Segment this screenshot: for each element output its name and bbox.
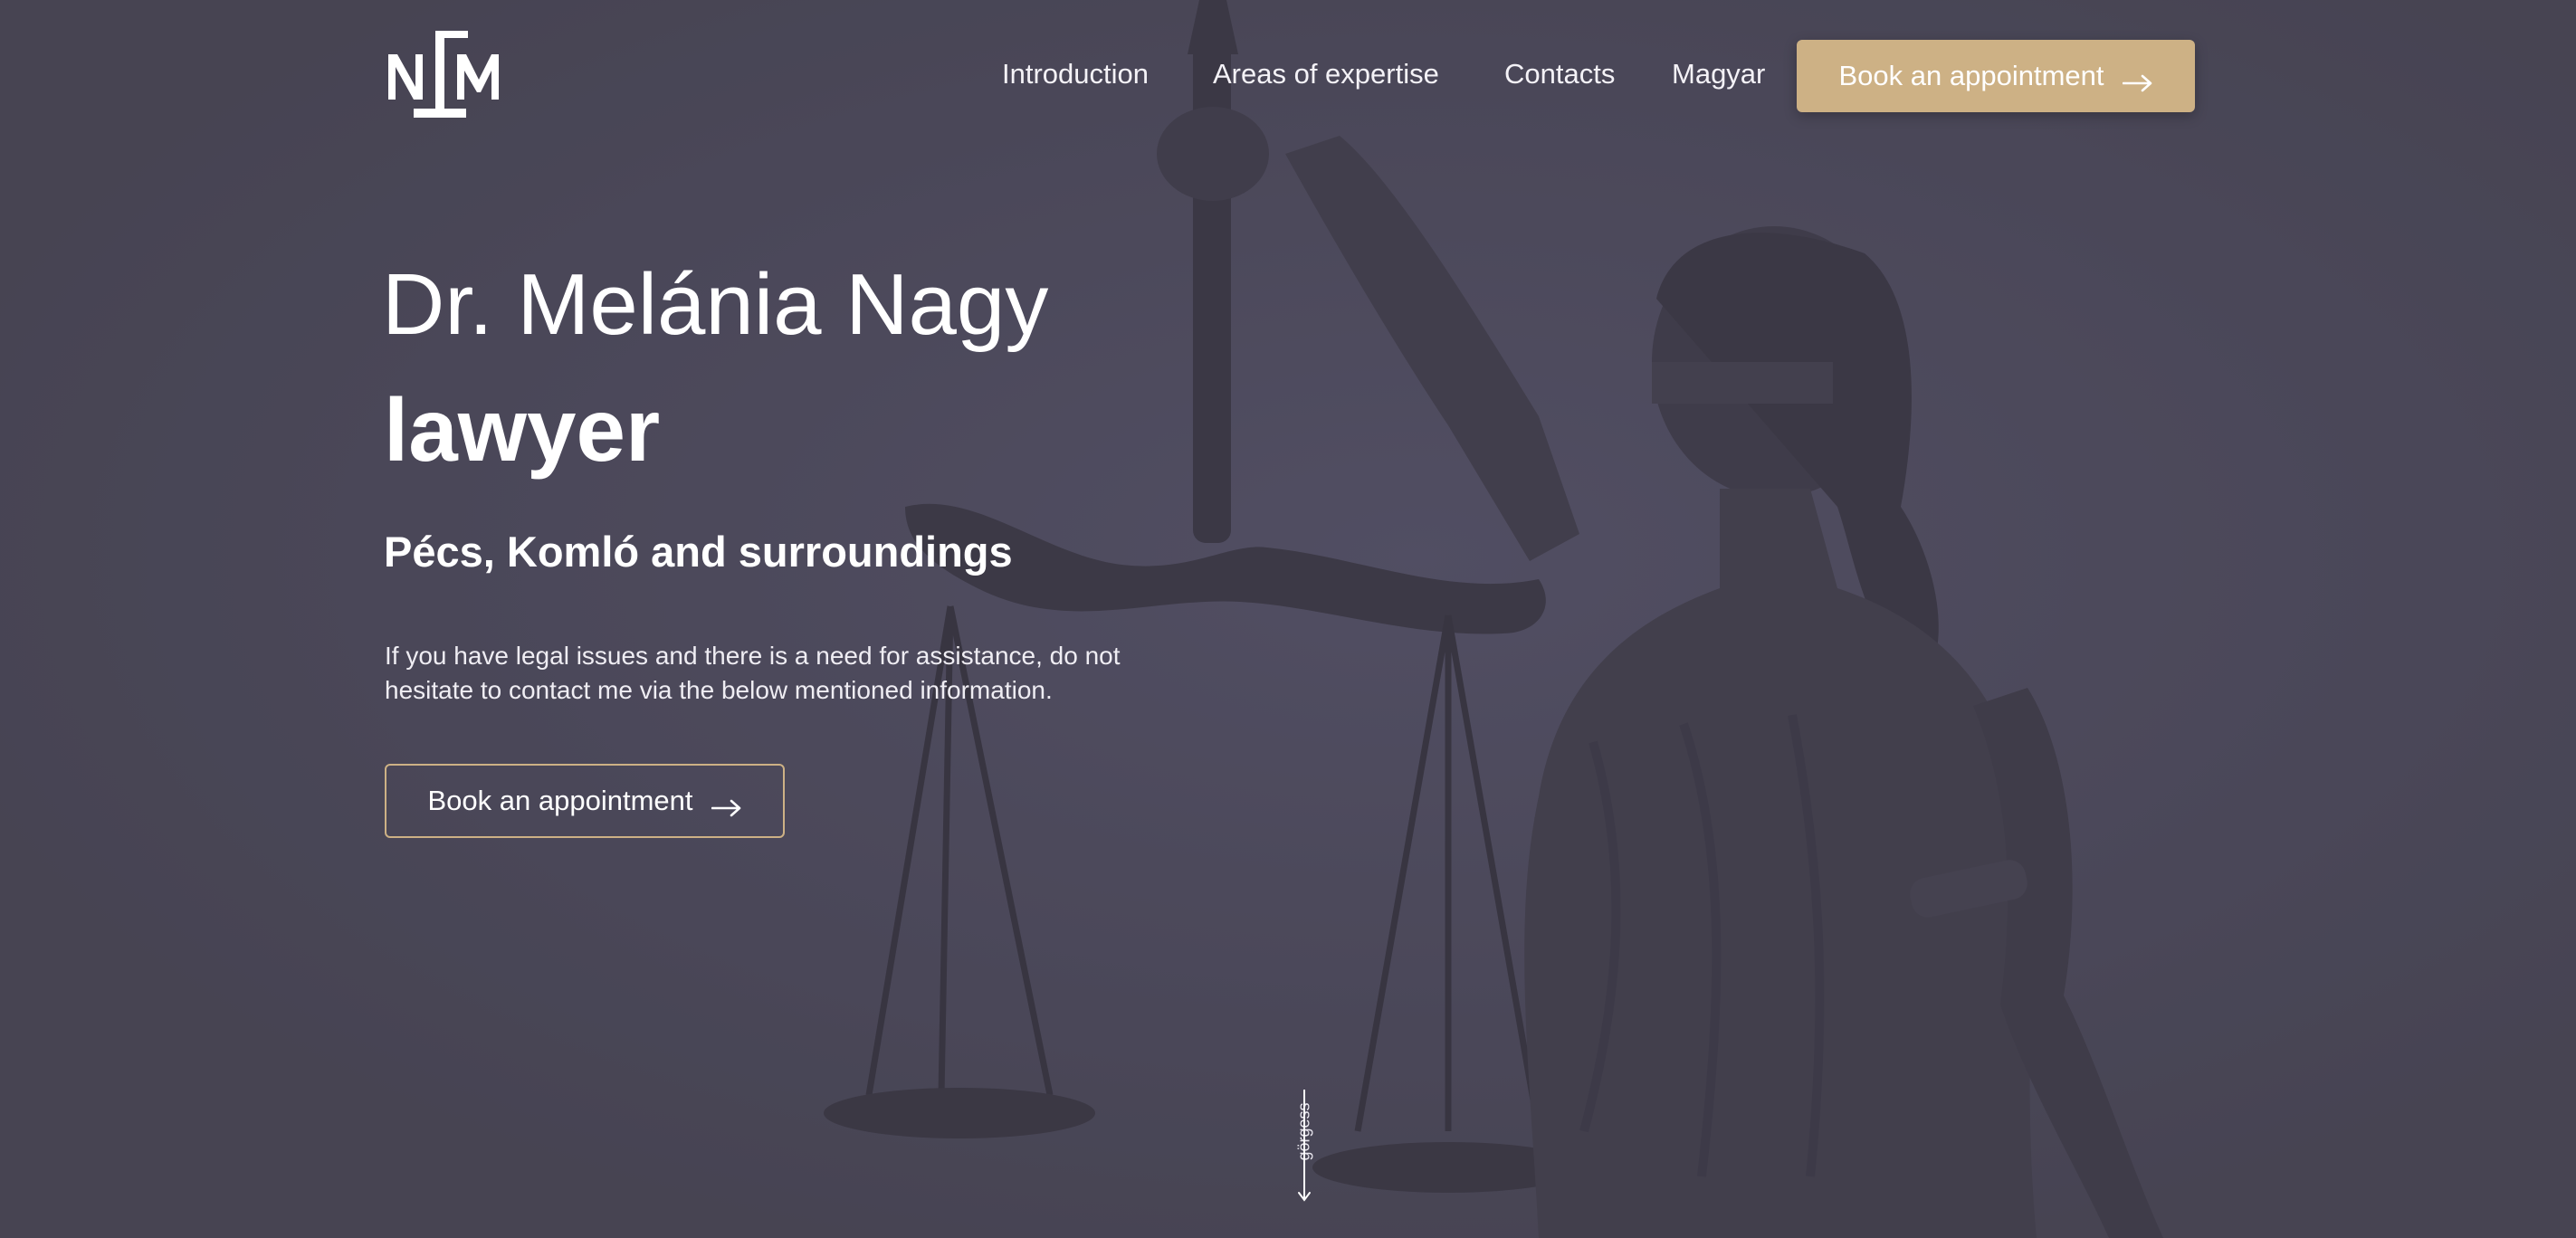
arrow-down-icon (1298, 1089, 1311, 1208)
book-appointment-button[interactable]: Book an appointment (385, 764, 785, 838)
site-header: Introduction Areas of expertise Contacts… (0, 0, 2576, 154)
lady-justice-statue (0, 0, 2576, 1238)
book-appointment-label: Book an appointment (1838, 60, 2104, 91)
hero-location: Pécs, Komló and surroundings (384, 528, 1013, 576)
arrow-right-icon (711, 792, 742, 817)
hero-role: lawyer (384, 380, 661, 480)
arrow-right-icon (2122, 67, 2153, 92)
book-appointment-nav-button[interactable]: Book an appointment (1797, 40, 2195, 112)
nav-link-contacts[interactable]: Contacts (1504, 56, 1615, 92)
hero-title: Dr. Melánia Nagy (382, 256, 1049, 353)
scroll-hint[interactable]: görgess (1271, 1086, 1334, 1204)
hero-background (0, 0, 2576, 1238)
language-switch[interactable]: Magyar (1672, 56, 1765, 92)
book-appointment-label: Book an appointment (427, 785, 693, 816)
hero-description: If you have legal issues and there is a … (385, 642, 1121, 704)
nav-link-introduction[interactable]: Introduction (1002, 56, 1149, 92)
nav-link-areas-of-expertise[interactable]: Areas of expertise (1213, 56, 1439, 92)
nlm-monogram-logo[interactable] (385, 27, 502, 123)
